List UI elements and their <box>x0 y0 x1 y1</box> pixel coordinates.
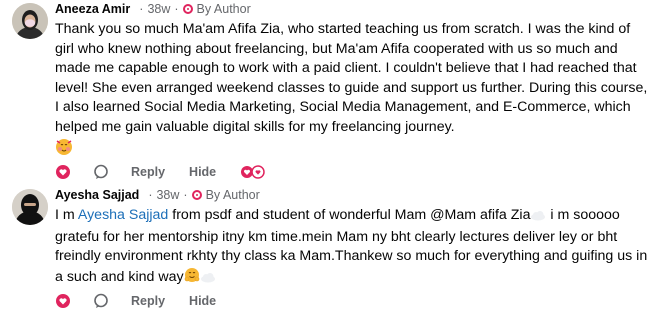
hide-button[interactable]: Hide <box>189 165 216 179</box>
reaction-summary[interactable] <box>240 165 265 179</box>
cloud-emoji-icon <box>200 270 216 290</box>
author-badge: By Author <box>205 188 260 202</box>
comment-text-part: from psdf and student of wonderful Mam @… <box>168 207 531 223</box>
hugging-emoji-icon <box>184 267 200 290</box>
comment-text-part: I m <box>55 207 78 223</box>
reply-button[interactable]: Reply <box>131 165 165 179</box>
love-reaction-icon <box>251 165 265 179</box>
comment-age[interactable]: 38w <box>156 188 179 202</box>
author-name[interactable]: Aneeza Amir <box>55 2 130 16</box>
blushing-emoji-icon <box>55 138 73 163</box>
cloud-emoji-icon <box>530 208 546 228</box>
comment-text: I m Ayesha Sajjad from psdf and student … <box>55 206 651 289</box>
author-name[interactable]: Ayesha Sajjad <box>55 188 139 202</box>
speech-bubble-icon[interactable] <box>93 164 109 180</box>
avatar[interactable] <box>12 189 48 225</box>
mention-link[interactable]: Ayesha Sajjad <box>78 207 168 223</box>
comment-header: Ayesha Sajjad · 38w · By Author <box>55 188 260 202</box>
heart-outline-icon[interactable] <box>55 293 71 309</box>
comment-text-body: Thank you so much Ma'am Afifa Zia, who s… <box>55 21 648 135</box>
comment-item: Aneeza Amir · 38w · By Author Thank you … <box>0 0 659 179</box>
comment-age[interactable]: 38w <box>147 2 170 16</box>
comment-actions: Reply Hide <box>55 163 265 181</box>
reply-button[interactable]: Reply <box>131 294 165 308</box>
heart-outline-icon[interactable] <box>55 164 71 180</box>
author-badge-icon <box>191 190 202 200</box>
speech-bubble-icon[interactable] <box>93 293 109 309</box>
hide-button[interactable]: Hide <box>189 294 216 308</box>
author-badge: By Author <box>196 2 251 16</box>
comment-header: Aneeza Amir · 38w · By Author <box>55 2 251 16</box>
comment-item: Ayesha Sajjad · 38w · By Author I m Ayes… <box>0 186 659 311</box>
author-badge-icon <box>182 4 193 14</box>
comment-text: Thank you so much Ma'am Afifa Zia, who s… <box>55 20 651 162</box>
comment-actions: Reply Hide <box>55 292 216 310</box>
avatar[interactable] <box>12 3 48 39</box>
